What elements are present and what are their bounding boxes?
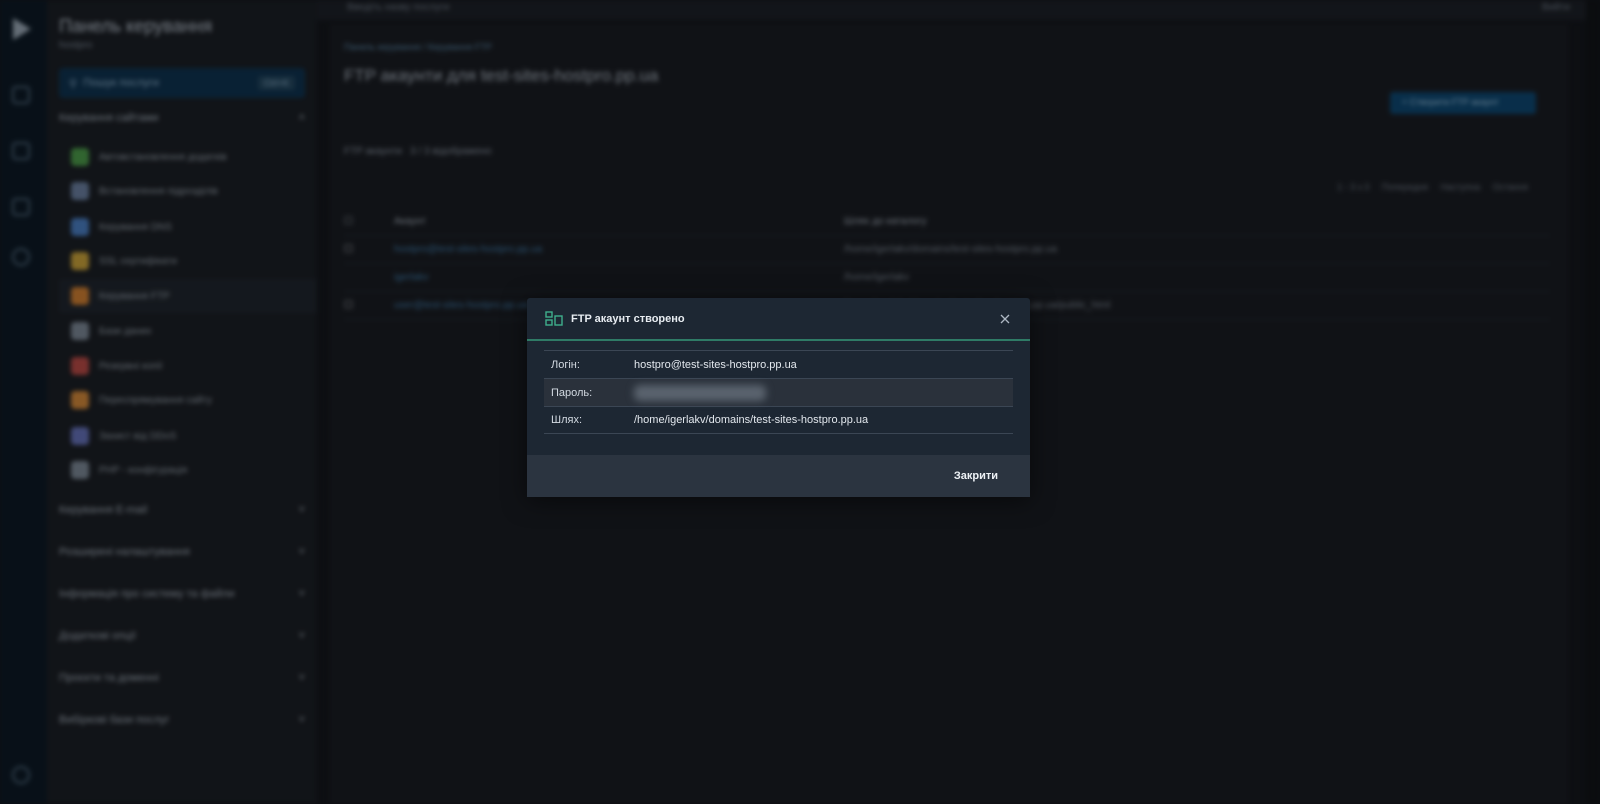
password-row: Пароль: [544,378,1013,406]
login-row: Логін: hostpro@test-sites-hostpro.pp.ua [544,350,1013,378]
path-value: /home/igerlakv/domains/test-sites-hostpr… [634,414,869,426]
ftp-created-dialog: FTP акаунт створено Логін: hostpro@test-… [527,298,1030,497]
path-row: Шлях: /home/igerlakv/domains/test-sites-… [544,406,1013,434]
password-label: Пароль: [551,386,593,399]
dialog-header: FTP акаунт створено [527,298,1030,341]
dialog-footer: Закрити [527,455,1030,497]
close-button[interactable]: Закрити [954,470,998,482]
path-label: Шлях: [551,414,583,426]
ftp-server-icon [545,310,563,326]
password-value-redacted [634,384,766,401]
login-label: Логін: [551,358,580,371]
login-value: hostpro@test-sites-hostpro.pp.ua [634,358,797,371]
close-icon[interactable] [998,312,1012,326]
dialog-title: FTP акаунт створено [571,312,685,325]
dialog-body: Логін: hostpro@test-sites-hostpro.pp.ua … [527,341,1030,434]
